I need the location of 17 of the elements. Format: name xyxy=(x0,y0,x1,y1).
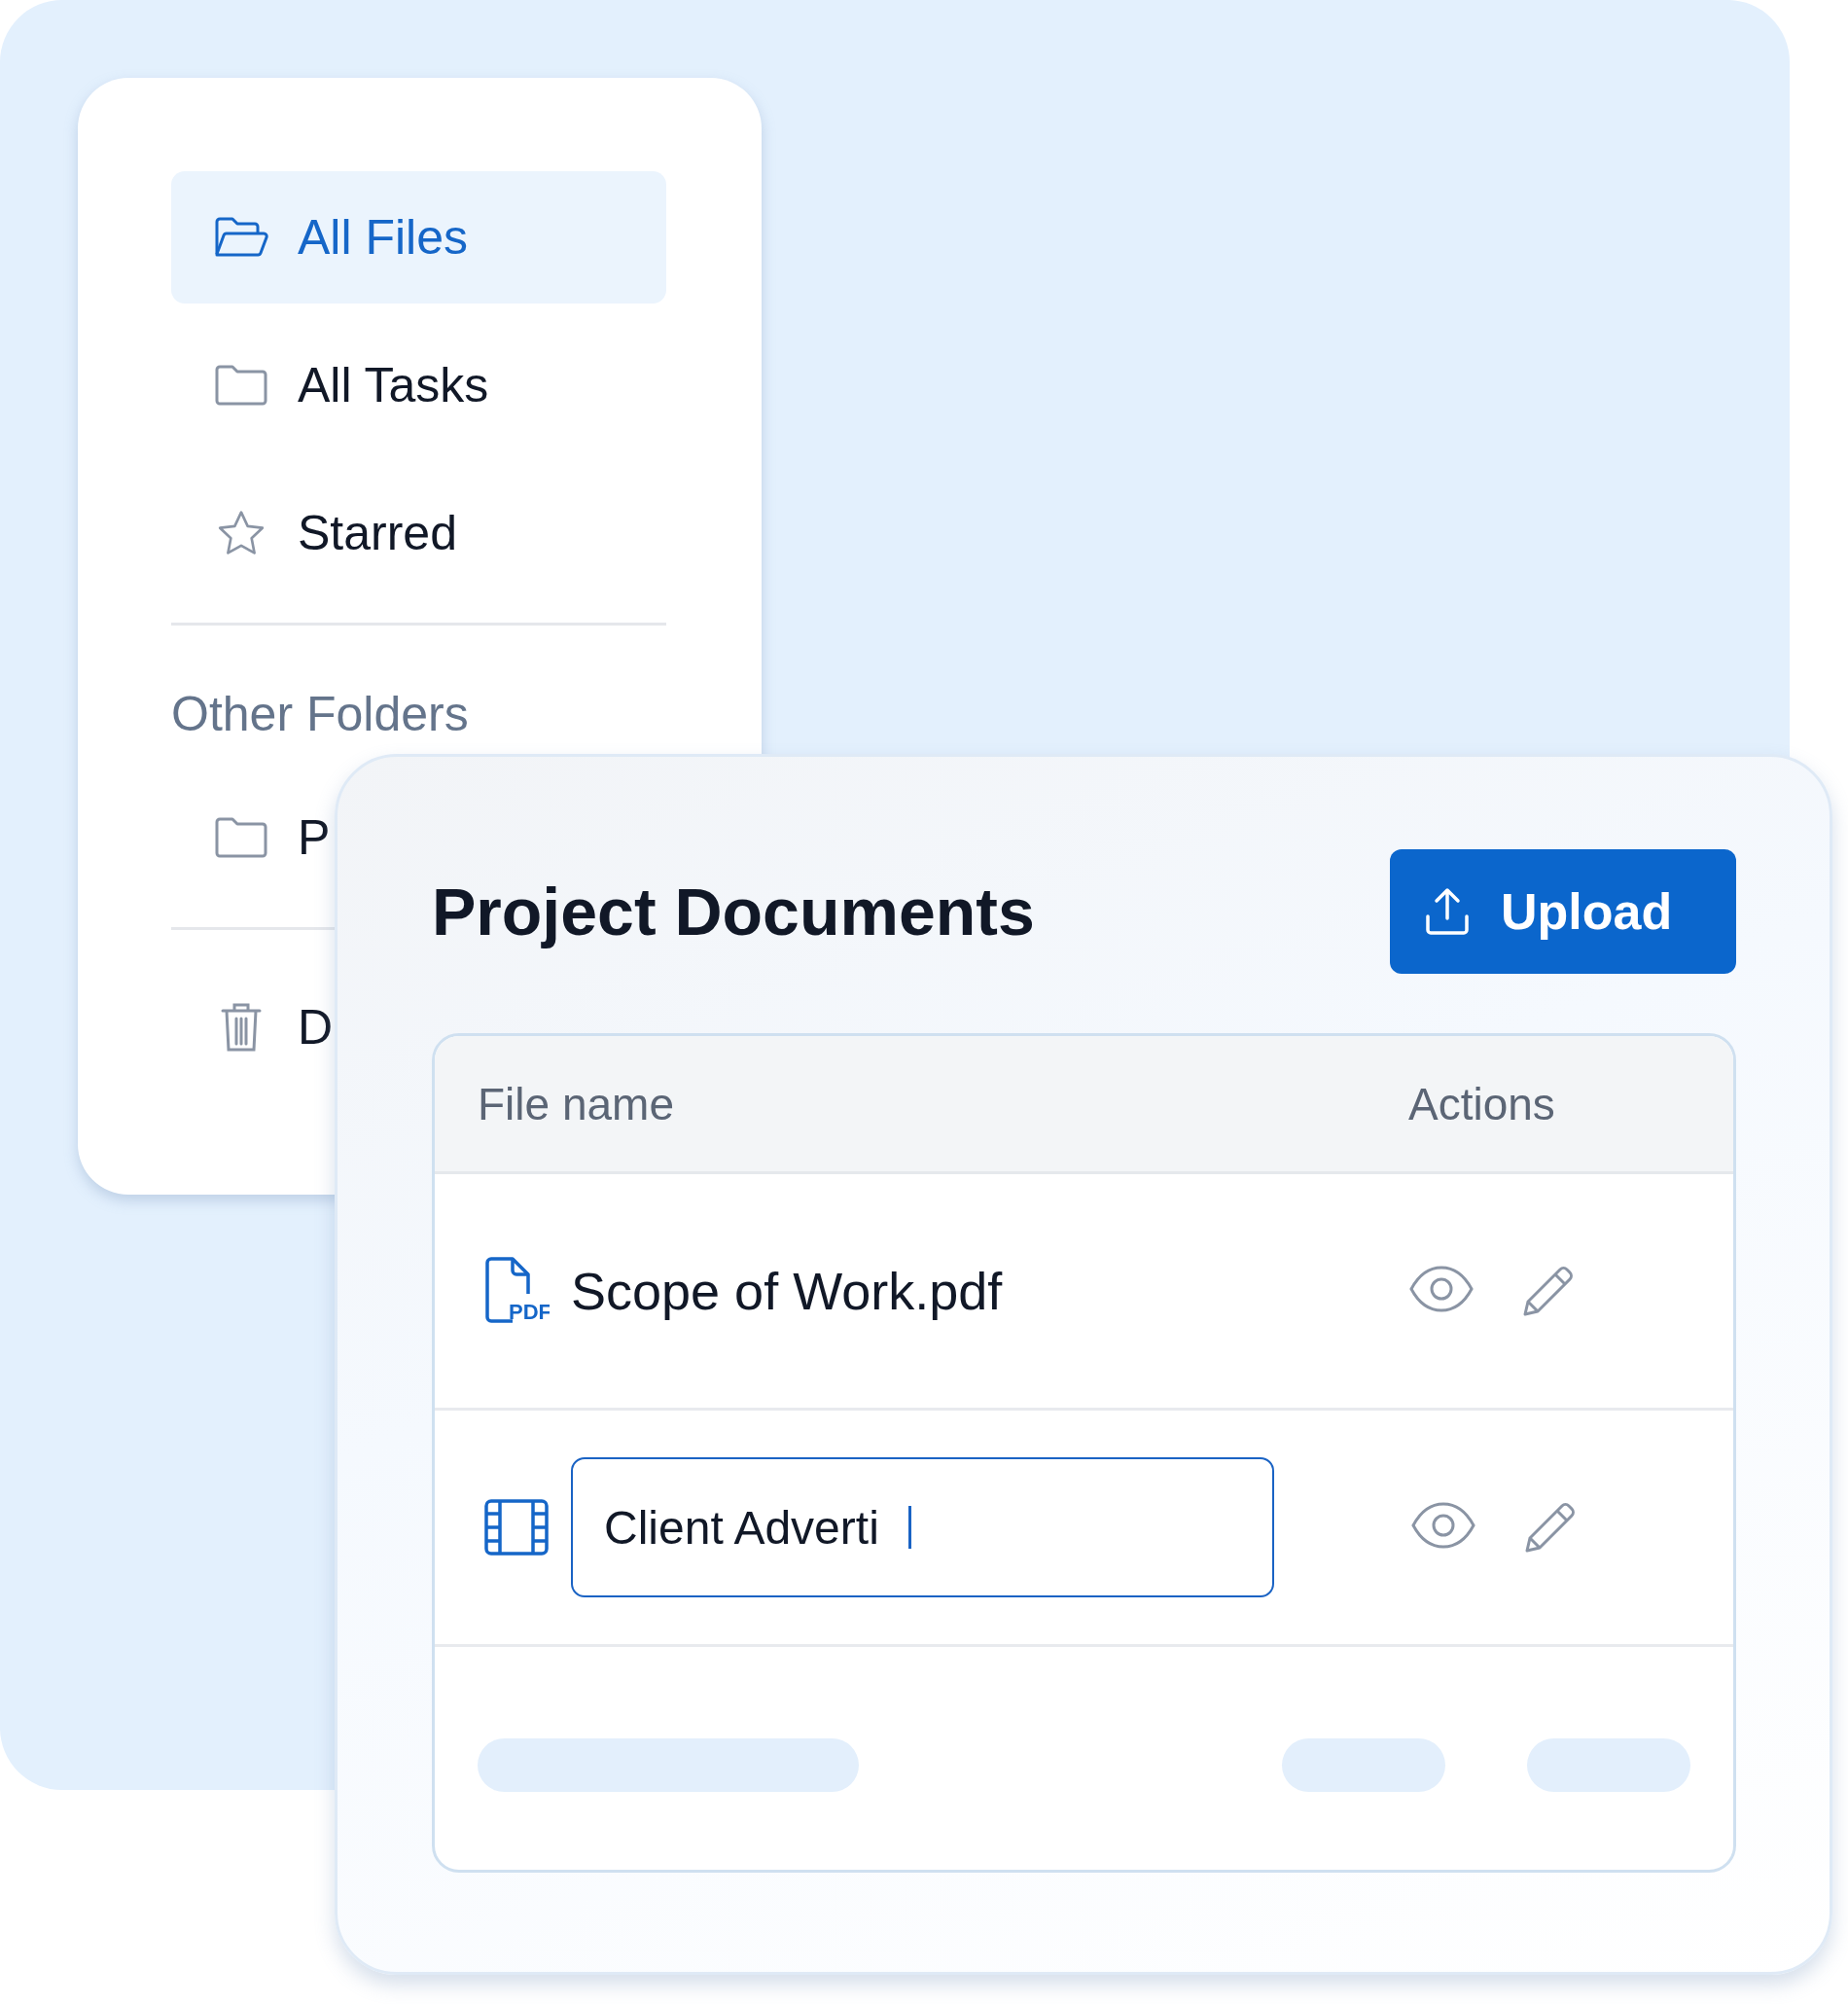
column-header: File name xyxy=(478,1078,674,1129)
rename-field[interactable]: Client Adverti xyxy=(571,1457,1275,1597)
file-name: Scope of Work.pdf xyxy=(571,1262,1003,1320)
sidebar-item[interactable]: D xyxy=(171,961,333,1093)
upload-icon xyxy=(1425,887,1470,936)
section-title: Other Folders xyxy=(171,686,470,742)
column-header: Actions xyxy=(1408,1077,1556,1130)
panel-title: Project Documents xyxy=(432,874,1035,949)
eye-icon[interactable] xyxy=(1410,1500,1477,1551)
upload-button[interactable]: Upload xyxy=(1390,849,1736,974)
sidebar-item[interactable]: All Tasks xyxy=(171,319,666,451)
eye-icon[interactable] xyxy=(1408,1264,1475,1314)
sidebar-item[interactable]: All Files xyxy=(171,171,666,304)
sidebar-item[interactable]: Starred xyxy=(171,467,666,599)
sidebar-item[interactable]: P xyxy=(171,771,333,904)
trash-icon xyxy=(220,1001,263,1054)
pencil-icon[interactable] xyxy=(1521,1264,1576,1318)
